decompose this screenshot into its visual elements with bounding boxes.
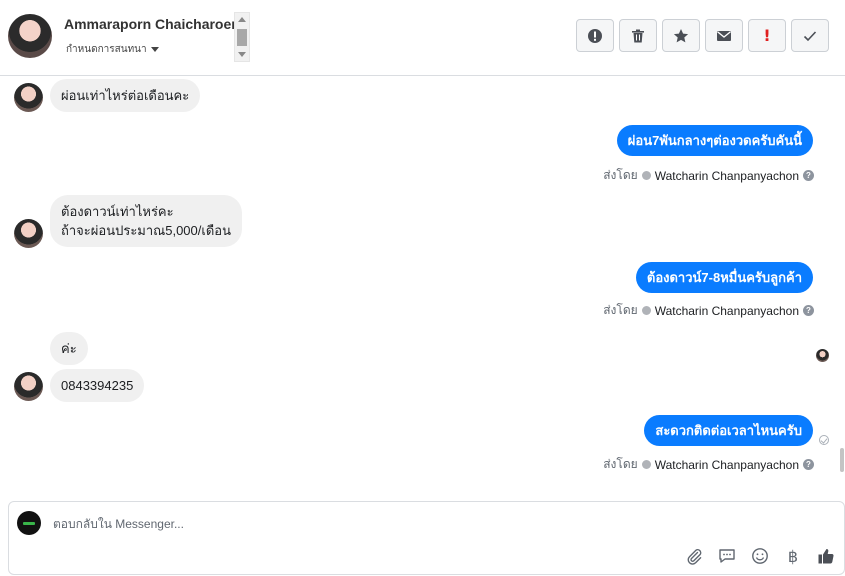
contact-name[interactable]: Ammaraporn Chaicharoen bbox=[64, 16, 240, 32]
sent-by-label: ส่งโดย bbox=[603, 301, 637, 320]
sent-by-name[interactable]: Watcharin Chanpanyachon bbox=[655, 169, 799, 183]
envelope-icon bbox=[716, 28, 732, 44]
follow-up-button[interactable]: ! bbox=[748, 19, 786, 52]
scroll-down-arrow-icon[interactable] bbox=[238, 52, 246, 57]
thread-scrollbar[interactable] bbox=[840, 448, 844, 472]
sent-by-info: ส่งโดย Watcharin Chanpanyachon ? bbox=[603, 166, 814, 185]
conversation-control-label: กำหนดการสนทนา bbox=[66, 44, 147, 55]
outgoing-message[interactable]: สะดวกติดต่อเวลาไหนครับ bbox=[644, 415, 813, 446]
composer-toolbar: ฿ bbox=[684, 546, 836, 566]
seen-avatar bbox=[816, 349, 829, 362]
incoming-message[interactable]: ผ่อนเท่าไหร่ต่อเดือนคะ bbox=[50, 79, 200, 112]
scroll-up-arrow-icon[interactable] bbox=[238, 17, 246, 22]
baht-payment-icon: ฿ bbox=[788, 547, 798, 566]
report-spam-button[interactable] bbox=[576, 19, 614, 52]
message-text: สะดวกติดต่อเวลาไหนครับ bbox=[655, 423, 802, 438]
message-text: ผ่อนเท่าไหร่ต่อเดือนคะ bbox=[61, 88, 189, 103]
contact-avatar[interactable] bbox=[8, 14, 52, 58]
paperclip-icon bbox=[685, 547, 703, 565]
message-text: ถ้าจะผ่อนประมาณ5,000/เดือน bbox=[61, 221, 231, 240]
caret-down-icon bbox=[151, 47, 159, 52]
conversation-header: Ammaraporn Chaicharoen กำหนดการสนทนา ! bbox=[0, 0, 845, 76]
page-avatar bbox=[17, 511, 41, 535]
verified-icon bbox=[642, 460, 651, 469]
verified-icon bbox=[642, 306, 651, 315]
saved-reply-button[interactable] bbox=[717, 546, 737, 566]
sender-avatar[interactable] bbox=[14, 219, 43, 248]
incoming-message[interactable]: ต้องดาวน์เท่าไหร่คะ ถ้าจะผ่อนประมาณ5,000… bbox=[50, 195, 242, 247]
delivered-check-icon bbox=[819, 435, 829, 445]
verified-icon bbox=[642, 171, 651, 180]
conversation-control-dropdown[interactable]: กำหนดการสนทนา bbox=[66, 42, 236, 56]
sender-avatar[interactable] bbox=[14, 83, 43, 112]
message-thread[interactable]: ผ่อนเท่าไหร่ต่อเดือนคะ ผ่อน7พันกลางๆต่อง… bbox=[0, 77, 845, 495]
exclamation-icon: ! bbox=[763, 26, 770, 45]
sender-avatar[interactable] bbox=[14, 372, 43, 401]
conversation-toolbar: ! bbox=[576, 19, 829, 52]
sent-by-info: ส่งโดย Watcharin Chanpanyachon ? bbox=[603, 455, 814, 474]
message-text: 0843394235 bbox=[61, 378, 133, 393]
emoji-button[interactable] bbox=[750, 546, 770, 566]
message-text: ค่ะ bbox=[61, 341, 77, 356]
sent-by-label: ส่งโดย bbox=[603, 455, 637, 474]
sent-by-info: ส่งโดย Watcharin Chanpanyachon ? bbox=[603, 301, 814, 320]
mark-done-button[interactable] bbox=[791, 19, 829, 52]
reply-input[interactable] bbox=[53, 514, 653, 534]
sent-by-label: ส่งโดย bbox=[603, 166, 637, 185]
checkmark-icon bbox=[802, 28, 818, 44]
sent-by-name[interactable]: Watcharin Chanpanyachon bbox=[655, 304, 799, 318]
help-icon[interactable]: ? bbox=[803, 459, 814, 470]
sent-by-name[interactable]: Watcharin Chanpanyachon bbox=[655, 458, 799, 472]
star-button[interactable] bbox=[662, 19, 700, 52]
outgoing-message[interactable]: ผ่อน7พันกลางๆต่องวดครับคันนี้ bbox=[617, 125, 813, 156]
thumbs-up-icon bbox=[817, 547, 835, 565]
header-scrollbar[interactable] bbox=[234, 12, 250, 62]
delete-button[interactable] bbox=[619, 19, 657, 52]
message-text: ผ่อน7พันกลางๆต่องวดครับคันนี้ bbox=[628, 133, 802, 148]
reply-composer: ฿ bbox=[8, 501, 845, 575]
help-icon[interactable]: ? bbox=[803, 170, 814, 181]
message-text: ต้องดาวน์เท่าไหร่คะ bbox=[61, 202, 231, 221]
alert-circle-icon bbox=[587, 28, 603, 44]
help-icon[interactable]: ? bbox=[803, 305, 814, 316]
incoming-message[interactable]: ค่ะ bbox=[50, 332, 88, 365]
attach-button[interactable] bbox=[684, 546, 704, 566]
outgoing-message[interactable]: ต้องดาวน์7-8หมื่นครับลูกค้า bbox=[636, 262, 813, 293]
message-text: ต้องดาวน์7-8หมื่นครับลูกค้า bbox=[647, 270, 802, 285]
scrollbar-thumb[interactable] bbox=[237, 29, 247, 46]
star-icon bbox=[673, 28, 689, 44]
mark-unread-button[interactable] bbox=[705, 19, 743, 52]
emoji-icon bbox=[751, 547, 769, 565]
trash-icon bbox=[630, 28, 646, 44]
payment-button[interactable]: ฿ bbox=[783, 546, 803, 566]
like-button[interactable] bbox=[816, 546, 836, 566]
saved-reply-icon bbox=[718, 547, 736, 565]
incoming-message[interactable]: 0843394235 bbox=[50, 369, 144, 402]
